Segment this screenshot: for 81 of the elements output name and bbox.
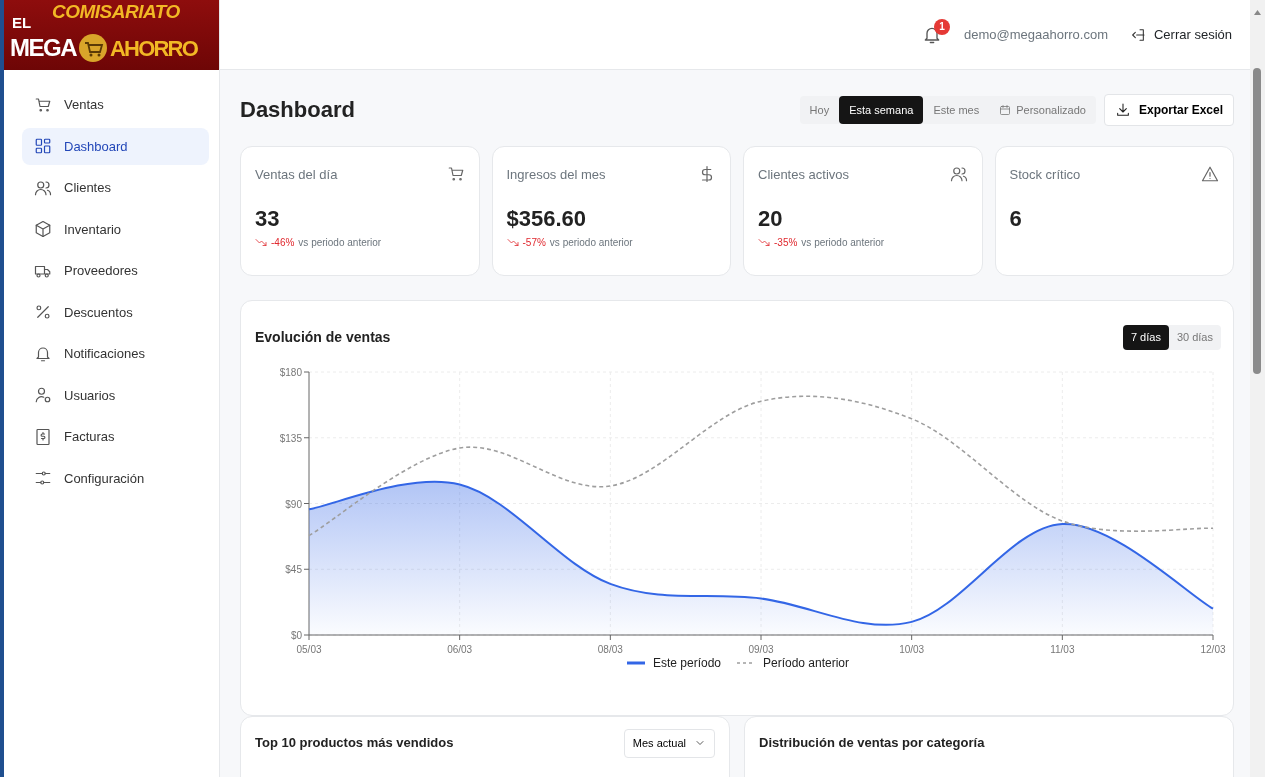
logout-link[interactable]: Cerrar sesión: [1129, 24, 1232, 45]
dashboard-grid-icon: [34, 137, 52, 156]
sidebar-item[interactable]: Clientes: [22, 169, 209, 207]
sidebar-item[interactable]: Facturas: [22, 418, 209, 456]
filter-tab[interactable]: Este mes: [923, 95, 990, 125]
panel-title: Distribución de ventas por categoría: [759, 735, 985, 751]
page-title: Dashboard: [240, 96, 355, 124]
range-tab[interactable]: 7 días: [1122, 325, 1169, 350]
legend-label: Período anterior: [763, 654, 850, 672]
axis-label: 05/03: [296, 643, 322, 655]
stat-note: vs periodo anterior: [801, 235, 885, 250]
axis-label: $135: [279, 432, 302, 444]
filter-tab[interactable]: Personalizado: [989, 95, 1096, 125]
sidebar-item[interactable]: Descuentos: [22, 293, 209, 331]
logout-icon: [1129, 26, 1146, 43]
percent-icon: [34, 303, 52, 322]
legend-label: Este período: [652, 654, 721, 672]
stat-change: -35%: [774, 235, 798, 250]
legend-swatch-icon: [737, 660, 755, 665]
legend-swatch-icon: [626, 660, 645, 665]
cart-icon: [446, 165, 465, 183]
download-icon: [1114, 102, 1131, 118]
stat-title: Ingresos del mes: [506, 166, 606, 184]
stat-value: 33: [255, 206, 281, 231]
logo-text: MEGA: [10, 33, 76, 63]
axis-label: 06/03: [447, 643, 473, 655]
calendar-icon: [999, 104, 1012, 116]
user-email: demo@megaahorro.com: [964, 25, 1108, 44]
axis-label: $45: [285, 563, 302, 575]
axis-label: 10/03: [899, 643, 925, 655]
axis-label: $90: [285, 498, 302, 509]
stat-change: -57%: [522, 235, 546, 250]
notification-count: 1: [934, 18, 950, 35]
sidebar-item[interactable]: Proveedores: [22, 252, 209, 290]
bell-icon: [34, 344, 52, 363]
stat-title: Clientes activos: [758, 166, 850, 184]
sidebar-item[interactable]: Inventario: [22, 210, 209, 248]
stat-title: Stock crítico: [1009, 166, 1081, 184]
scrollbar-thumb[interactable]: [1253, 68, 1261, 374]
sliders-icon: [34, 469, 52, 488]
logo-text: AHORRO: [110, 34, 197, 63]
trend-down-icon: [758, 236, 770, 249]
panel-title: Top 10 productos más vendidos: [255, 735, 454, 751]
range-tab[interactable]: 30 días: [1168, 325, 1221, 350]
cart-icon: [34, 95, 52, 114]
stat-value: 6: [1009, 206, 1023, 231]
sidebar-item[interactable]: Configuración: [22, 459, 209, 497]
box-icon: [34, 220, 52, 239]
axis-label: $0: [290, 629, 302, 641]
sidebar-item[interactable]: Usuarios: [22, 376, 209, 414]
trend-down-icon: [255, 236, 267, 249]
logo-text: EL: [12, 13, 32, 33]
scroll-up-arrow-icon[interactable]: [1254, 10, 1261, 15]
sidebar-item[interactable]: Dashboard: [22, 127, 209, 165]
users-icon: [34, 178, 52, 197]
stat-note: vs periodo anterior: [549, 235, 633, 250]
filter-tab[interactable]: Hoy: [799, 95, 840, 125]
axis-label: 09/03: [748, 643, 774, 655]
axis-label: 08/03: [597, 643, 623, 655]
stat-change: -46%: [271, 235, 295, 250]
receipt-icon: [34, 427, 52, 446]
stat-value: 20: [758, 206, 784, 231]
users-icon: [949, 165, 968, 183]
stat-title: Ventas del día: [255, 166, 338, 184]
stat-note: vs periodo anterior: [298, 235, 382, 250]
axis-label: $180: [279, 366, 302, 378]
trend-down-icon: [506, 236, 519, 249]
cart-coin-icon: [78, 33, 108, 63]
filter-tab[interactable]: Esta semana: [839, 95, 924, 125]
axis-label: 12/03: [1200, 643, 1226, 655]
sidebar-item[interactable]: Notificaciones: [22, 335, 209, 373]
sidebar-item[interactable]: Ventas: [22, 86, 209, 124]
chart-title: Evolución de ventas: [255, 327, 391, 347]
axis-label: 11/03: [1050, 643, 1075, 655]
export-button[interactable]: Exportar Excel: [1103, 94, 1234, 126]
logo-text: COMISARIATO: [52, 0, 180, 24]
warning-icon: [1201, 165, 1219, 183]
period-dropdown[interactable]: Mes actual: [623, 729, 715, 758]
scrollbar[interactable]: [1250, 0, 1265, 777]
user-icon: [34, 386, 52, 405]
stat-value: $356.60: [506, 206, 588, 231]
